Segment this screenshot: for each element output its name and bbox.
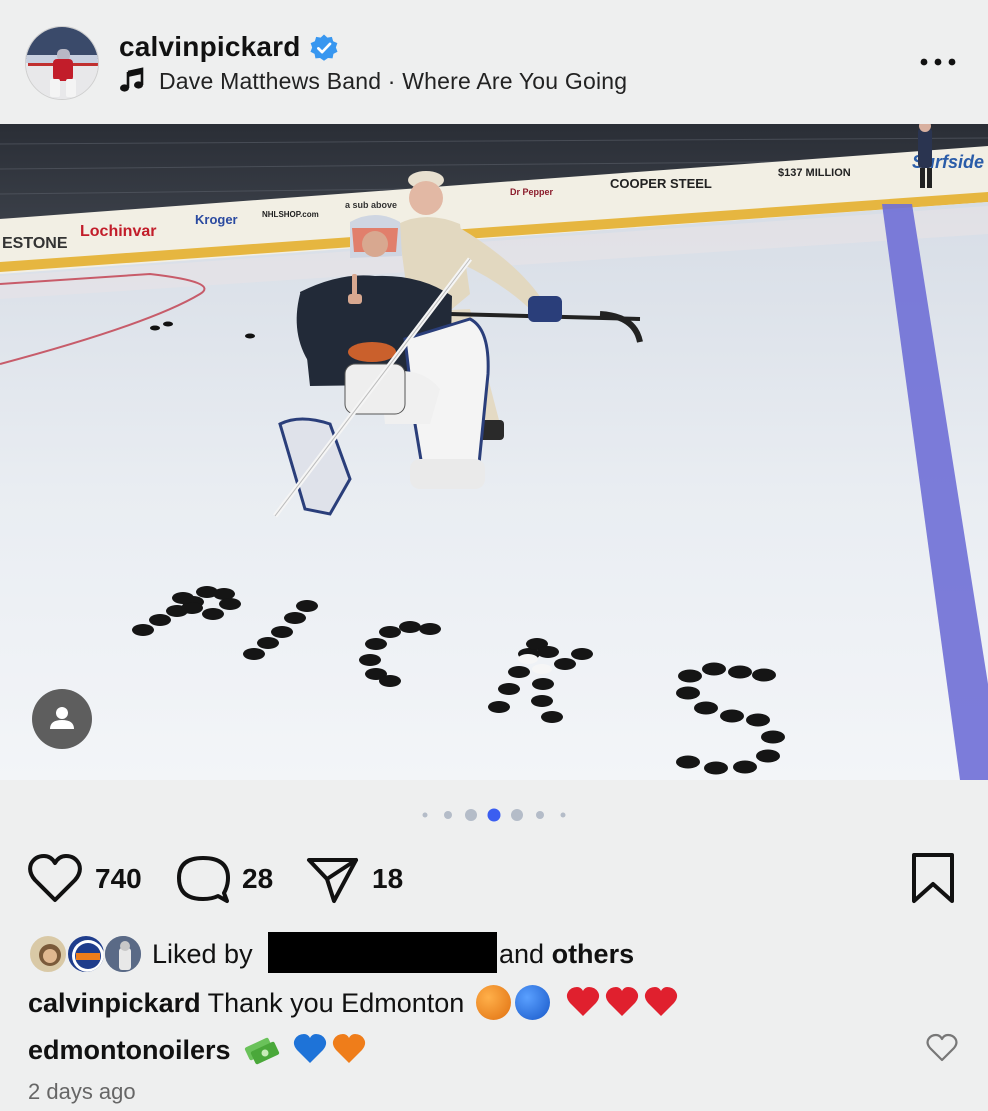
post-timestamp: 2 days ago: [28, 1079, 136, 1104]
ad-text-estone: ESTONE: [2, 235, 68, 252]
carousel-dot[interactable]: [444, 811, 452, 819]
comment-count[interactable]: 28: [242, 863, 273, 895]
others-label: others: [551, 939, 635, 969]
ad-text-subabove: a sub above: [345, 200, 397, 210]
carousel-dot-active[interactable]: [487, 808, 501, 822]
post-header: calvinpickard Dave Matthews Band · Where…: [0, 0, 988, 124]
caption-username[interactable]: calvinpickard: [28, 988, 201, 1018]
music-track-label[interactable]: Dave Matthews Band · Where Are You Going: [159, 68, 627, 95]
bookmark-icon[interactable]: [908, 851, 958, 907]
verified-badge-icon: [310, 34, 338, 61]
ad-text-coopersteel: COOPER STEEL: [610, 176, 712, 191]
liker-avatar: [28, 934, 68, 974]
post-caption: calvinpickard Thank you Edmonton: [28, 985, 678, 1020]
orange-heart-emoji: [332, 1034, 365, 1063]
ad-text-million: $137 MILLION: [778, 167, 851, 179]
heart-outline-icon[interactable]: [27, 853, 83, 905]
post-actions: 740 28 18: [0, 845, 988, 911]
carousel-dot[interactable]: [536, 811, 544, 819]
ad-text-drpepper: Dr Pepper: [510, 187, 554, 197]
carousel-dot[interactable]: [422, 812, 428, 818]
liked-by-label: Liked by: [152, 939, 253, 969]
liked-by-row[interactable]: Liked by and others: [0, 930, 988, 980]
blue-circle-emoji: [514, 985, 550, 1020]
profile-avatar[interactable]: [25, 26, 99, 100]
carousel-dot[interactable]: [560, 812, 566, 818]
send-paper-plane-icon[interactable]: [304, 853, 360, 905]
share-count[interactable]: 18: [372, 863, 403, 895]
red-heart-emoji: [567, 987, 600, 1016]
more-options-icon[interactable]: [916, 50, 960, 74]
orange-circle-emoji: [475, 985, 511, 1020]
tag-people-button[interactable]: [32, 689, 92, 749]
comment-username[interactable]: edmontonoilers: [28, 1035, 231, 1065]
liker-avatar: [66, 934, 106, 974]
liker-avatar: [103, 934, 143, 974]
top-comment: edmontonoilers: [28, 1032, 366, 1066]
blue-heart-emoji: [293, 1034, 326, 1063]
and-label: and: [499, 939, 545, 969]
and-others-text[interactable]: and others: [499, 939, 634, 970]
carousel-indicator: [422, 808, 566, 822]
caption-text: Thank you Edmonton: [207, 988, 465, 1018]
carousel-dot[interactable]: [511, 809, 523, 821]
comment-like-heart-icon[interactable]: [926, 1033, 958, 1063]
post-photo[interactable]: ESTONE Lochinvar Kroger NHLSHOP.com a su…: [0, 124, 988, 780]
ad-text-nhlshop: NHLSHOP.com: [262, 210, 319, 219]
red-heart-emoji: [645, 987, 678, 1016]
post-username[interactable]: calvinpickard: [119, 31, 301, 63]
money-emoji: [244, 1037, 280, 1065]
ad-text-kroger: Kroger: [195, 212, 238, 227]
ad-text-lochinvar: Lochinvar: [80, 223, 156, 240]
like-count[interactable]: 740: [95, 863, 142, 895]
comment-bubble-icon[interactable]: [175, 853, 231, 905]
carousel-dot[interactable]: [465, 809, 477, 821]
music-note-icon: [120, 67, 144, 92]
user-tag-icon: [50, 707, 74, 729]
redacted-username: [268, 932, 497, 973]
red-heart-emoji: [606, 987, 639, 1016]
